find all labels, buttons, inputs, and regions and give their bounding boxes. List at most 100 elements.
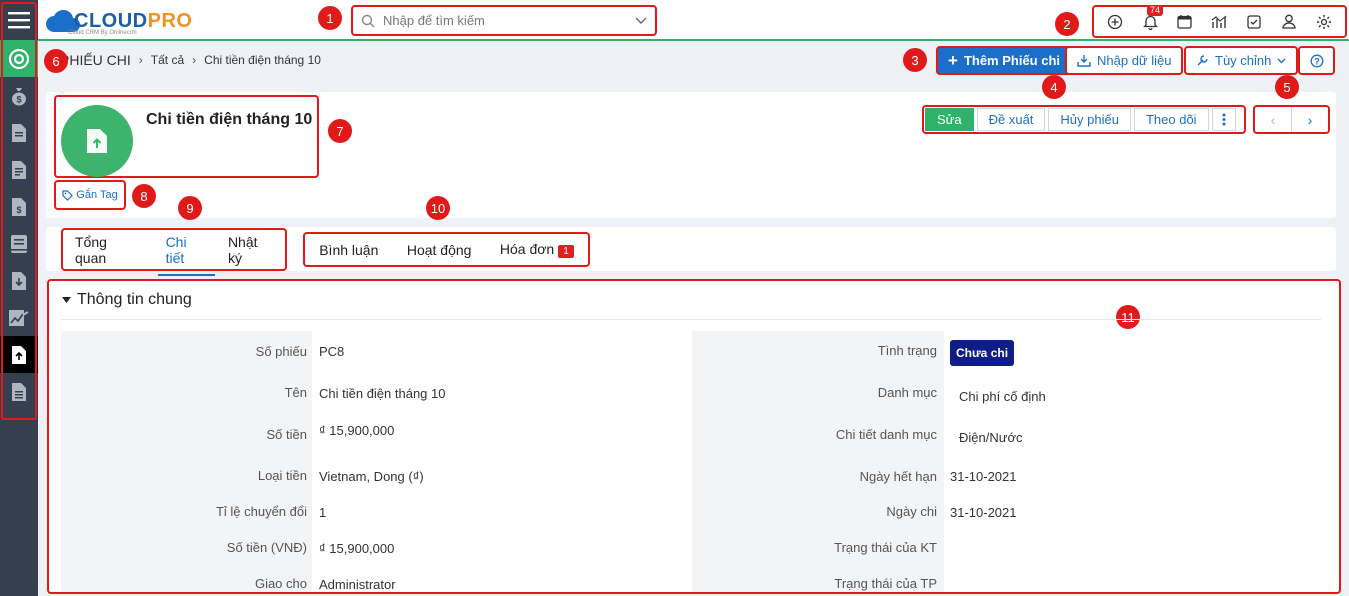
chart-icon[interactable] <box>0 299 38 336</box>
search-placeholder: Nhập để tìm kiếm <box>383 13 485 28</box>
import-data-button[interactable]: Nhập dữ liệu <box>1065 46 1184 75</box>
field-amount-vnd-value: ₫ 15,900,000 <box>319 540 395 556</box>
sub-bar: PHIẾU CHI › Tất cả › Chi tiền điện tháng… <box>38 43 1349 77</box>
task-checkbox-icon[interactable] <box>1244 12 1264 32</box>
field-due-date: Ngày hết hạn <box>697 464 937 488</box>
callout-1: 1 <box>318 6 342 30</box>
money-bag-icon[interactable]: $ <box>0 77 38 114</box>
wrench-icon <box>1197 55 1208 66</box>
help-button[interactable]: ? <box>1298 46 1335 75</box>
field-manager-status: Trạng thái của TP <box>697 571 937 592</box>
callout-3: 3 <box>903 48 927 72</box>
edit-button[interactable]: Sửa <box>925 108 974 131</box>
field-exchange-rate-value: 1 <box>319 504 327 520</box>
field-label: Danh mục <box>877 384 937 400</box>
callout-2: 2 <box>1055 12 1079 36</box>
calendar-icon[interactable] <box>1175 12 1195 32</box>
tab-comments[interactable]: Bình luận <box>315 236 382 264</box>
tab-invoices[interactable]: Hóa đơn 1 <box>496 235 578 264</box>
next-record-button[interactable]: › <box>1292 107 1328 132</box>
add-circle-icon[interactable] <box>1105 12 1125 32</box>
add-tag-button[interactable]: Gắn Tag <box>54 180 126 210</box>
customize-button[interactable]: Tùy chỉnh <box>1184 46 1299 75</box>
field-name: Tên <box>67 380 307 404</box>
status-badge: Chưa chi <box>950 340 1015 366</box>
menu-icon[interactable] <box>0 0 38 40</box>
field-exchange-rate: Tỉ lệ chuyển đổi <box>67 499 307 523</box>
callout-4: 4 <box>1042 75 1066 99</box>
more-vertical-icon <box>1222 113 1226 126</box>
field-category-detail-value: Điện/Nước <box>959 429 1023 445</box>
field-label: Tình trạng <box>877 342 937 358</box>
book-icon[interactable] <box>0 225 38 262</box>
callout-8: 8 <box>132 184 156 208</box>
breadcrumb: PHIẾU CHI › Tất cả › Chi tiền điện tháng… <box>60 52 321 68</box>
field-payment-date-value: 31-10-2021 <box>950 504 1017 520</box>
record-avatar <box>61 105 133 177</box>
main-tabs: Tổng quan Chi tiết Nhật ký <box>61 228 287 276</box>
invoice-count-badge: 1 <box>558 245 574 258</box>
field-status: Tình trạng <box>697 338 937 362</box>
cancel-voucher-button[interactable]: Hủy phiếu <box>1048 108 1131 131</box>
upload-file-icon <box>87 129 107 153</box>
svg-text:$: $ <box>16 94 21 104</box>
breadcrumb-all[interactable]: Tất cả <box>151 53 184 67</box>
report-chart-icon[interactable] <box>1209 12 1229 32</box>
field-voucher-no-value: PC8 <box>319 343 345 359</box>
import-data-label: Nhập dữ liệu <box>1097 53 1172 68</box>
file-icon[interactable] <box>0 373 38 410</box>
field-label: Loại tiền <box>257 467 307 483</box>
add-payment-label: Thêm Phiếu chi <box>963 53 1061 68</box>
document-list-icon[interactable] <box>0 151 38 188</box>
general-info-panel: Thông tin chung 11 Số phiếu PC8 Tên Chi … <box>47 279 1341 594</box>
field-category-value: Chi phí cố định <box>959 388 1046 404</box>
notification-count-badge: 74 <box>1147 4 1164 16</box>
extra-tabs: Bình luận Hoạt động Hóa đơn 1 <box>303 232 590 267</box>
section-title: Thông tin chung <box>77 291 192 308</box>
user-icon[interactable] <box>1279 12 1299 32</box>
tag-icon <box>62 189 74 201</box>
logo[interactable]: CLOUDPRO Cloud CRM By Onlinecrm <box>46 6 192 36</box>
breadcrumb-current: Chi tiền điện tháng 10 <box>204 53 321 67</box>
record-actions: Sửa Đề xuất Hủy phiếu Theo dõi <box>922 105 1246 134</box>
customize-label: Tùy chỉnh <box>1215 53 1272 68</box>
chevron-down-icon[interactable] <box>635 17 647 25</box>
tab-overview[interactable]: Tổng quan <box>67 224 147 276</box>
tab-activities[interactable]: Hoạt động <box>403 236 476 264</box>
field-label: Tỉ lệ chuyển đổi <box>215 503 307 519</box>
tab-details[interactable]: Chi tiết <box>157 224 216 276</box>
home-icon[interactable] <box>0 40 38 77</box>
field-label: Giao cho <box>254 575 307 591</box>
add-payment-button[interactable]: + Thêm Phiếu chi <box>936 46 1073 75</box>
upload-icon[interactable] <box>0 336 38 373</box>
field-label: Số phiếu <box>255 343 307 359</box>
tab-log[interactable]: Nhật ký <box>220 224 281 276</box>
section-header[interactable]: Thông tin chung <box>62 291 192 309</box>
plus-icon: + <box>948 51 958 70</box>
field-voucher-no: Số phiếu <box>67 339 307 363</box>
document-icon[interactable] <box>0 114 38 151</box>
record-pager: ‹ › <box>1253 105 1330 134</box>
import-icon <box>1077 55 1091 67</box>
search-input[interactable]: Nhập để tìm kiếm <box>351 5 657 36</box>
more-options-button[interactable] <box>1211 108 1236 131</box>
invoice-icon[interactable]: $ <box>0 188 38 225</box>
field-label: Trạng thái của KT <box>834 539 937 555</box>
prev-record-button[interactable]: ‹ <box>1255 107 1292 132</box>
field-label: Tên <box>284 384 307 400</box>
record-header: Chi tiền điện tháng 10 <box>54 95 319 178</box>
propose-button[interactable]: Đề xuất <box>976 108 1046 131</box>
breadcrumb-module[interactable]: PHIẾU CHI <box>60 52 131 68</box>
top-bar: CLOUDPRO Cloud CRM By Onlinecrm Nhập để … <box>38 0 1349 41</box>
callout-9: 9 <box>178 196 202 220</box>
callout-7: 7 <box>328 119 352 143</box>
gear-icon[interactable] <box>1314 12 1334 32</box>
bell-icon[interactable]: 74 <box>1140 4 1164 32</box>
follow-button[interactable]: Theo dõi <box>1133 108 1209 131</box>
field-category: Danh mục <box>697 380 937 404</box>
callout-10: 10 <box>426 196 450 220</box>
field-label: Trạng thái của TP <box>834 575 937 591</box>
field-amount-vnd: Số tiền (VNĐ) <box>67 535 307 559</box>
download-icon[interactable] <box>0 262 38 299</box>
chevron-right-icon: › <box>192 53 197 67</box>
